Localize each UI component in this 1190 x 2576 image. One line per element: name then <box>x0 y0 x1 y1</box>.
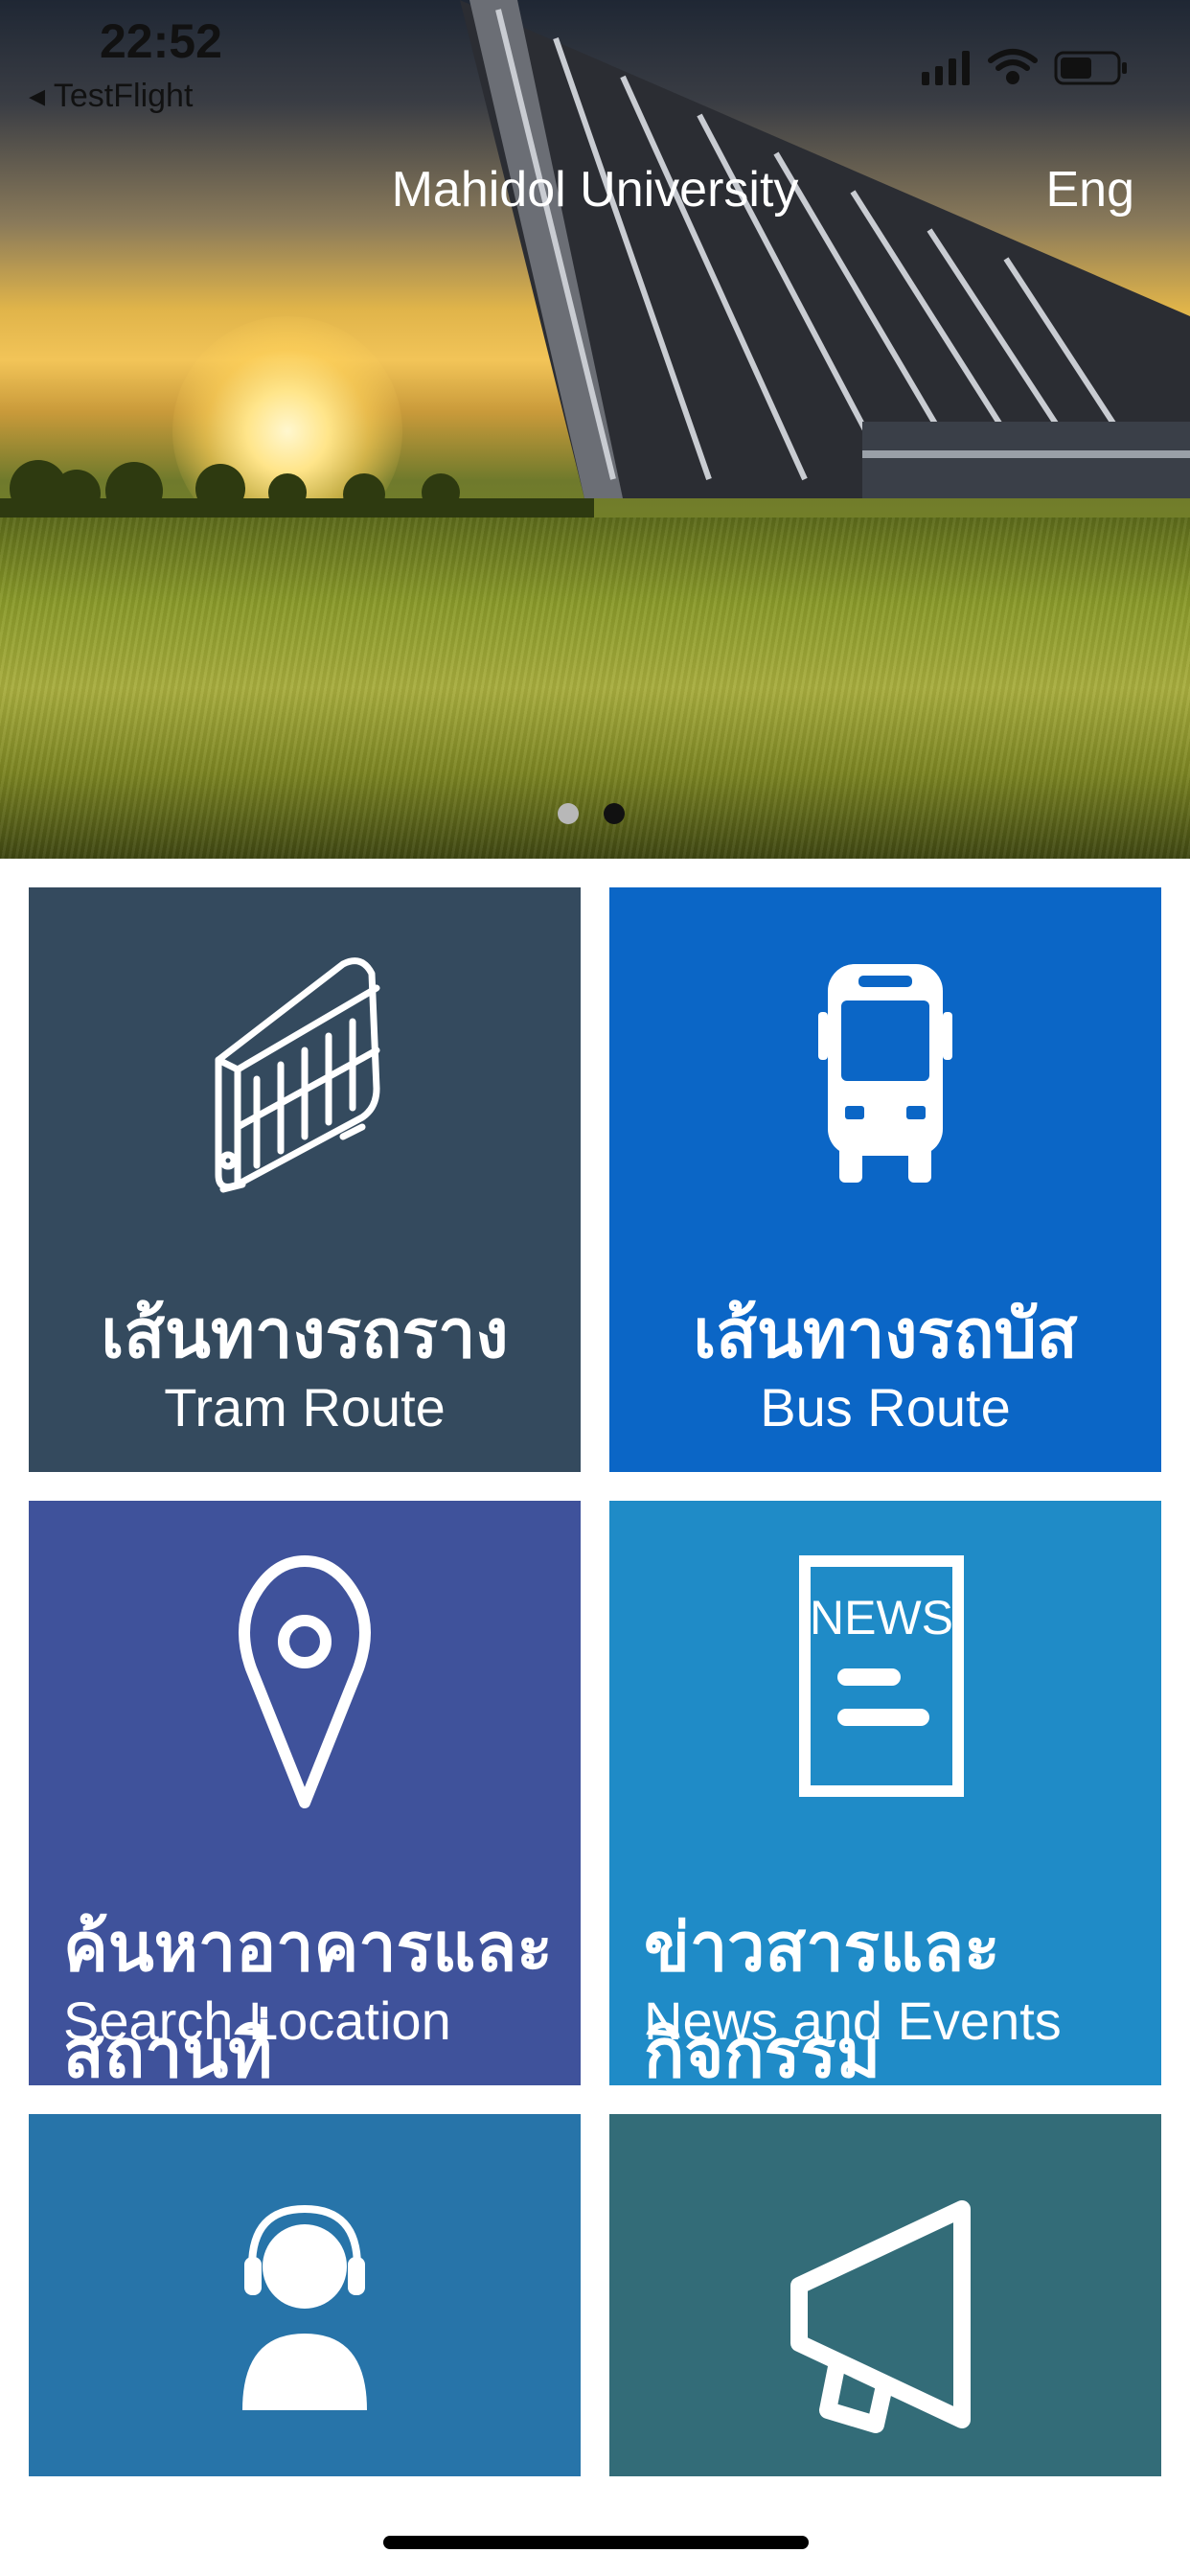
news-events-label-en: News and Events <box>644 1990 1062 2051</box>
support-tile[interactable] <box>29 2114 581 2476</box>
wifi-icon <box>988 49 1038 84</box>
carousel-dot-2[interactable] <box>604 803 625 824</box>
carousel-dot-1[interactable] <box>558 803 579 824</box>
megaphone-icon <box>609 2114 1161 2476</box>
bus-route-label-th: เส้นทางรถบัส <box>693 1297 1078 1371</box>
search-location-label-en: Search Location <box>63 1990 451 2051</box>
tram-route-label-th: เส้นทางรถราง <box>101 1297 509 1371</box>
news-events-tile[interactable]: NEWS ข่าวสารและกิจกรรม News and Events <box>609 1501 1161 2091</box>
bus-icon <box>609 887 1161 1252</box>
back-to-testflight[interactable]: ◂ TestFlight <box>29 77 193 115</box>
battery-icon <box>1054 51 1127 85</box>
svg-text:NEWS: NEWS <box>810 1591 953 1644</box>
language-toggle[interactable]: Eng <box>1045 161 1134 218</box>
location-pin-icon <box>29 1501 581 1865</box>
status-time: 22:52 <box>100 14 222 68</box>
signal-icon <box>922 51 970 85</box>
trees-silhouette <box>0 460 594 527</box>
support-agent-icon <box>29 2114 581 2476</box>
bus-route-label-en: Bus Route <box>760 1377 1011 1438</box>
carousel-dots[interactable] <box>558 803 634 826</box>
news-icon: NEWS <box>609 1501 1161 1865</box>
tram-icon <box>29 887 581 1252</box>
tram-route-tile[interactable]: เส้นทางรถราง Tram Route <box>29 887 581 1472</box>
status-icons <box>922 49 1127 85</box>
bus-route-tile[interactable]: เส้นทางรถบัส Bus Route <box>609 887 1161 1472</box>
home-indicator[interactable] <box>383 2536 809 2549</box>
hero-banner[interactable]: 22:52 ◂ TestFlight Mahidol University En… <box>0 0 1190 859</box>
search-location-tile[interactable]: ค้นหาอาคารและสถานที่ Search Location <box>29 1501 581 2091</box>
app-title: Mahidol University <box>391 162 799 218</box>
tram-route-label-en: Tram Route <box>164 1377 446 1438</box>
announcement-tile[interactable] <box>609 2114 1161 2476</box>
